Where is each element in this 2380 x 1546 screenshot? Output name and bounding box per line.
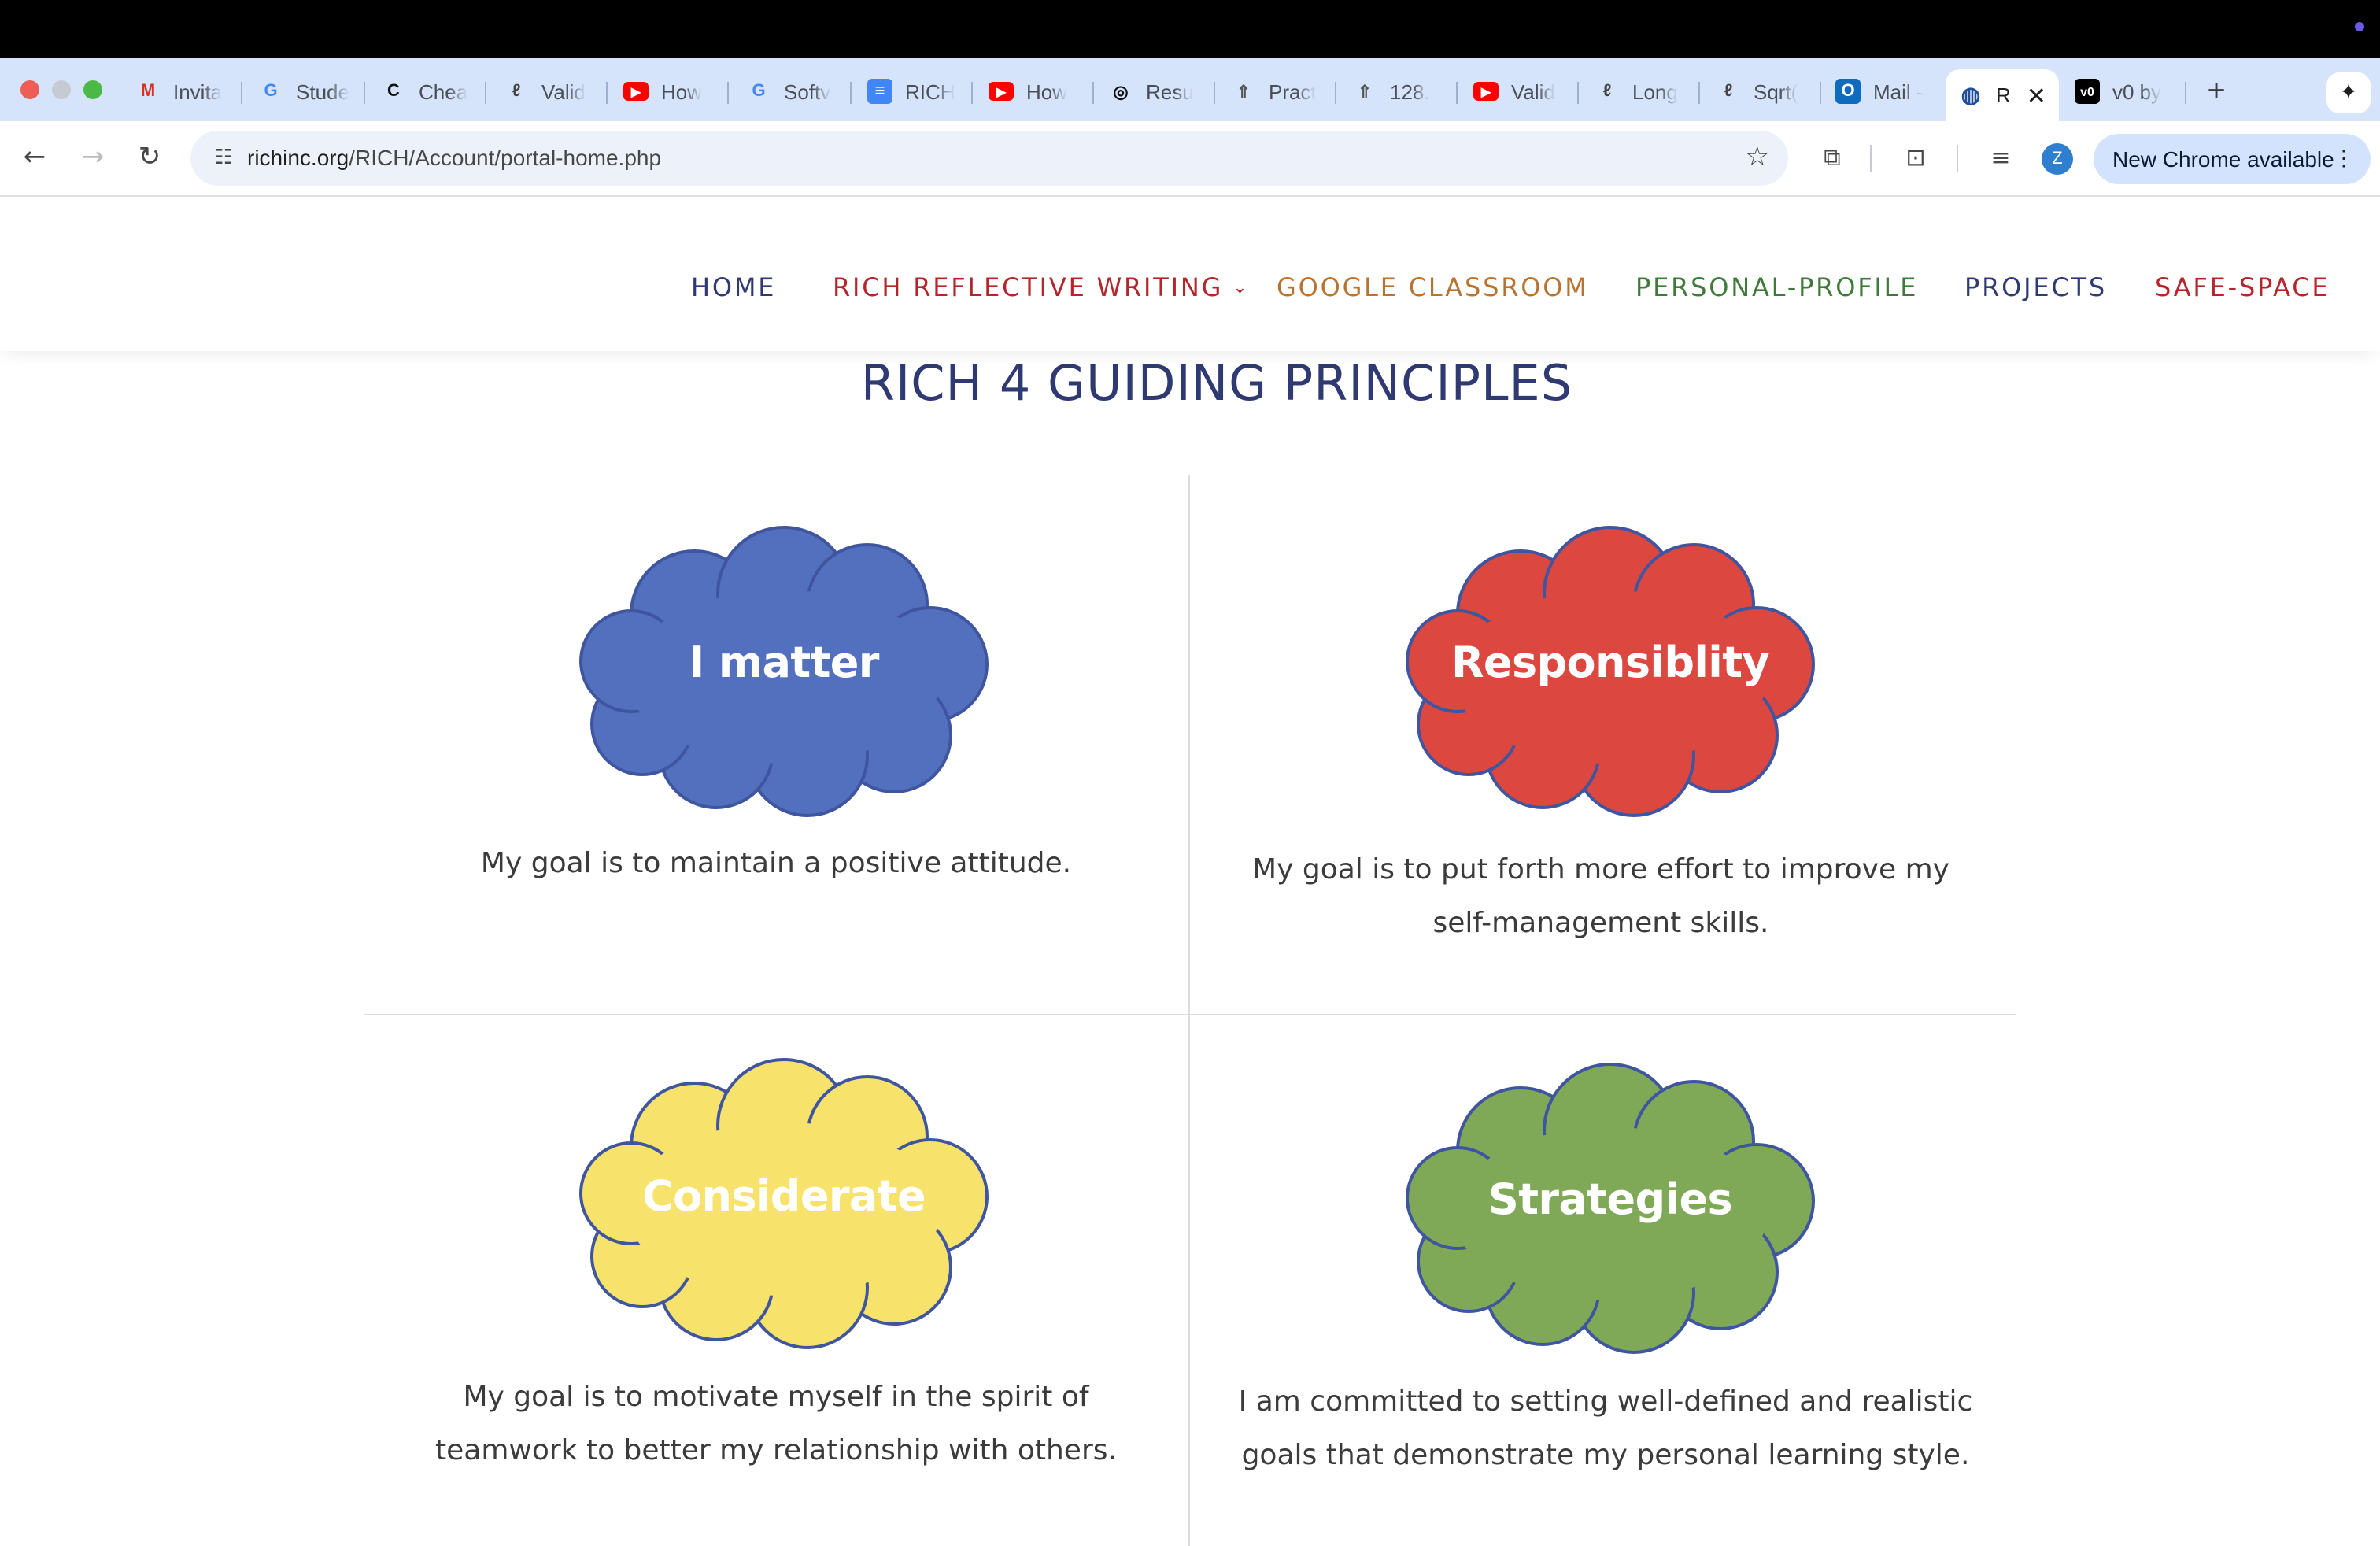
tab-5[interactable]: G Softv [746,68,844,115]
principle-goal-text: My goal is to motivate myself in the spi… [435,1381,1117,1467]
toolbar-separator [1870,145,1872,172]
youtube-icon: ▶ [1473,82,1499,101]
principle-title: Responsiblity [1451,639,1770,688]
principle-title: Considerate [641,1173,926,1222]
browser-toolbar: ← → ↻ ☷ richinc.org/RICH/Account/portal-… [0,121,2380,197]
page-title: RICH 4 GUIDING PRINCIPLES [860,356,1573,412]
tab-separator [1577,82,1579,104]
principle-goal-text: I am committed to setting well-defined a… [1238,1385,1973,1472]
forward-arrow-icon[interactable]: → [74,139,112,176]
grid-divider-vertical [1188,475,1190,1546]
leetcode-icon: ℓ [1602,82,1612,101]
youtube-icon: ▶ [989,82,1014,101]
tab-10[interactable]: ⇑ 128. [1352,68,1450,115]
tab-strip: M Invita G Stude C Chea ℓ Valid ▶ How G … [0,58,2380,121]
google-icon: G [752,82,766,101]
tab-separator [1820,82,1821,104]
tab-12[interactable]: ℓ Long [1595,68,1692,115]
browser-window: M Invita G Stude C Chea ℓ Valid ▶ How G … [0,0,2380,1546]
tab-active[interactable]: ◍ R ✕ [1946,69,2059,121]
tab-separator [364,82,365,104]
tab-separator [971,82,973,104]
rocket-icon: ⇑ [1236,83,1251,102]
minimize-window-button[interactable] [52,80,71,99]
media-queue-icon[interactable]: ≡ [1983,140,2018,175]
tab-16[interactable]: v0 v0 by [2075,68,2179,115]
tab-separator [850,82,852,104]
menu-kebab-icon[interactable]: ⋮ [2333,145,2355,172]
tab-separator [2185,82,2186,104]
principle-cloud-i-matter: I matter [571,523,996,822]
site-header: HOME RICH REFLECTIVE WRITING ⌄ GOOGLE CLA… [0,197,2380,351]
address-bar[interactable]: ☷ richinc.org/RICH/Account/portal-home.p… [190,131,1788,186]
chegg-icon: C [387,82,400,101]
tab-separator [1335,82,1336,104]
tab-14[interactable]: O Mail - [1835,68,1939,115]
tab-4[interactable]: ▶ How [623,68,721,115]
principle-cloud-strategies: Strategies [1398,1060,1823,1359]
update-chrome-button[interactable]: New Chrome available ⋮ [2094,134,2371,184]
chatgpt-icon: ◎ [1113,83,1129,102]
tab-separator [1698,82,1700,104]
tab-separator [1092,82,1094,104]
nav-personal-profile[interactable]: PERSONAL-PROFILE [1635,272,1918,302]
rocket-icon: ⇑ [1357,83,1373,102]
new-tab-plus-icon[interactable]: + [2197,72,2235,110]
tab-separator [727,82,729,104]
leetcode-icon: ℓ [512,82,521,101]
tab-11[interactable]: ▶ Valid [1473,68,1571,115]
nav-rich-reflective-writing[interactable]: RICH REFLECTIVE WRITING ⌄ [833,272,1249,302]
status-dot-icon [2355,22,2364,31]
close-window-button[interactable] [20,80,39,99]
close-tab-icon[interactable]: ✕ [2027,81,2046,109]
tab-separator [241,82,242,104]
google-icon: G [264,82,278,101]
grid-divider-horizontal [364,1014,2016,1015]
reload-icon[interactable]: ↻ [131,139,168,176]
bookmark-star-icon[interactable]: ☆ [1746,142,1770,173]
tab-8[interactable]: ◎ Resu [1108,68,1206,115]
principle-title: I matter [689,639,879,688]
principle-goal-text: My goal is to maintain a positive attitu… [480,847,1072,880]
zoom-window-button[interactable] [83,80,102,99]
principle-cloud-considerate: Considerate [571,1055,996,1354]
nav-home[interactable]: HOME [691,272,776,302]
tab-2[interactable]: C Chea [381,68,479,115]
lens-search-icon[interactable]: ⊡ [1898,140,1933,175]
outlook-icon: O [1835,79,1861,104]
principle-goal-text: My goal is to put forth more effort to i… [1252,853,1949,940]
tab-separator [1214,82,1215,104]
tab-13[interactable]: ℓ Sqrt( [1716,68,1813,115]
tab-separator [485,82,486,104]
tab-separator [1456,82,1458,104]
gmail-icon: M [140,82,156,101]
toolbar-separator [1957,145,1958,172]
tab-separator [606,82,608,104]
tab-1[interactable]: G Stude [258,68,356,115]
site-settings-icon[interactable]: ☷ [209,143,238,172]
nav-projects[interactable]: PROJECTS [1964,272,2107,302]
youtube-icon: ▶ [623,82,649,101]
tab-3[interactable]: ℓ Valid [504,68,601,115]
nav-safe-space[interactable]: SAFE-SPACE [2155,272,2330,302]
tab-9[interactable]: ⇑ Pract [1231,68,1329,115]
tab-0[interactable]: M Invita [135,68,233,115]
v0-icon: v0 [2075,79,2100,104]
os-top-bar [0,0,2380,58]
tab-7[interactable]: ▶ How [989,68,1086,115]
leetcode-icon: ℓ [1724,82,1733,101]
tab-6[interactable]: ≡ RICH [867,68,965,115]
extensions-puzzle-icon[interactable]: ⧉ [1815,140,1850,175]
profile-avatar[interactable]: Z [2042,143,2073,175]
globe-icon: ◍ [1961,82,1981,107]
principle-title: Strategies [1488,1176,1733,1225]
back-arrow-icon[interactable]: ← [16,139,54,176]
url-text[interactable]: richinc.org/RICH/Account/portal-home.php [247,145,661,170]
gemini-sparkle-icon[interactable]: ✦ [2326,72,2371,113]
nav-google-classroom[interactable]: GOOGLE CLASSROOM [1277,272,1589,302]
chevron-down-icon: ⌄ [1232,277,1250,298]
principle-cloud-responsibility: Responsiblity [1398,523,1823,822]
docs-icon: ≡ [867,79,893,104]
